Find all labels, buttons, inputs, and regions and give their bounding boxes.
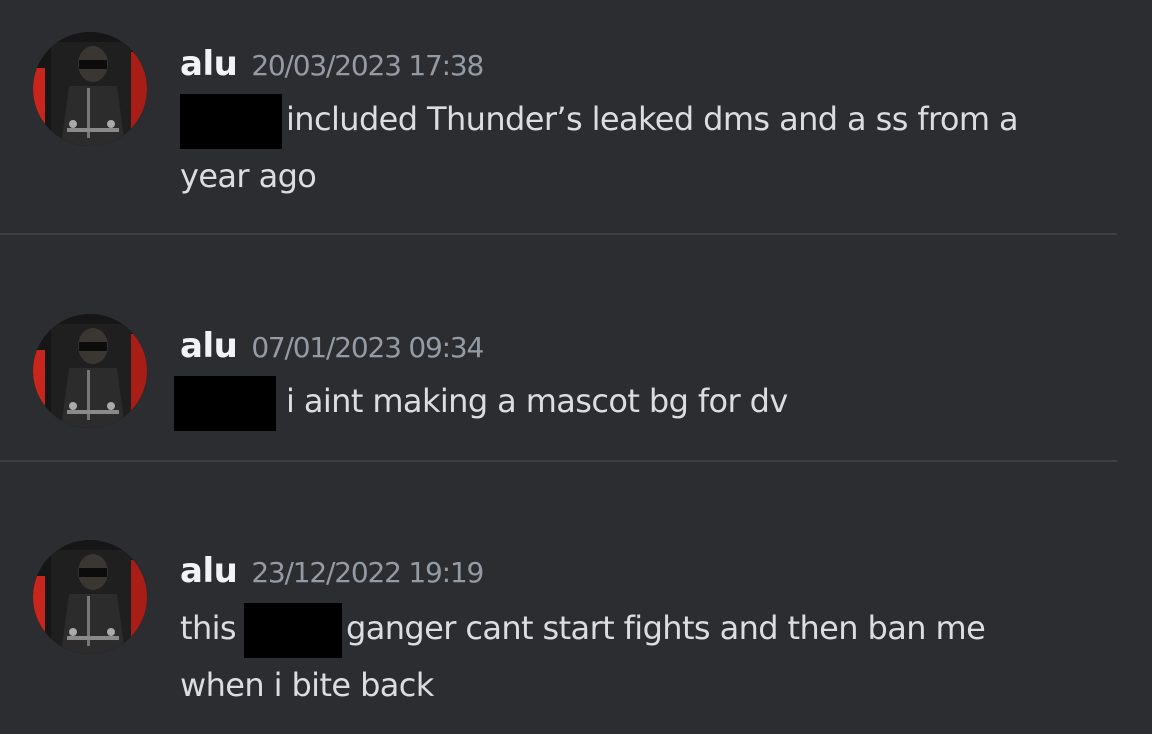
timestamp[interactable]: 20/03/2023 17:38 [251, 49, 484, 82]
timestamp[interactable]: 23/12/2022 19:19 [251, 556, 484, 589]
timestamp[interactable]: 07/01/2023 09:34 [251, 331, 484, 364]
message-content: i aint making a mascot bg for dv [174, 374, 1094, 431]
message-header: alu 07/01/2023 09:34 [180, 326, 484, 366]
message-item: alu 07/01/2023 09:34 i aint making a masc… [0, 236, 1152, 460]
avatar[interactable] [33, 314, 147, 428]
message-header: alu 23/12/2022 19:19 [180, 551, 484, 591]
message-item: alu 20/03/2023 17:38 included Thunder’s l… [0, 0, 1152, 234]
message-text: i aint making a mascot bg for dv [286, 382, 788, 420]
message-header: alu 20/03/2023 17:38 [180, 44, 484, 84]
message-item: alu 23/12/2022 19:19 this ganger cant star… [0, 463, 1152, 734]
message-content: included Thunder’s leaked dms and a ss f… [180, 92, 1100, 204]
message-divider [0, 460, 1117, 462]
username[interactable]: alu [180, 326, 238, 366]
message-text-line2: when i bite back [180, 665, 434, 704]
message-text-line2: year ago [180, 156, 317, 195]
message-list: alu 20/03/2023 17:38 included Thunder’s l… [0, 0, 1152, 734]
avatar[interactable] [33, 32, 147, 146]
username[interactable]: alu [180, 44, 238, 84]
redaction-block [174, 375, 276, 431]
avatar-photo-icon [33, 314, 147, 428]
redaction-block [180, 93, 282, 149]
avatar-photo-icon [33, 32, 147, 146]
avatar[interactable] [33, 540, 147, 654]
avatar-photo-icon [33, 540, 147, 654]
message-divider [0, 233, 1117, 235]
message-text-prefix: this [180, 609, 237, 647]
message-content: this ganger cant start fights and then ba… [180, 601, 1100, 713]
redaction-block [244, 602, 342, 658]
username[interactable]: alu [180, 551, 238, 591]
message-text: ganger cant start fights and then ban me [346, 609, 986, 647]
message-text: included Thunder’s leaked dms and a ss f… [286, 100, 1019, 138]
